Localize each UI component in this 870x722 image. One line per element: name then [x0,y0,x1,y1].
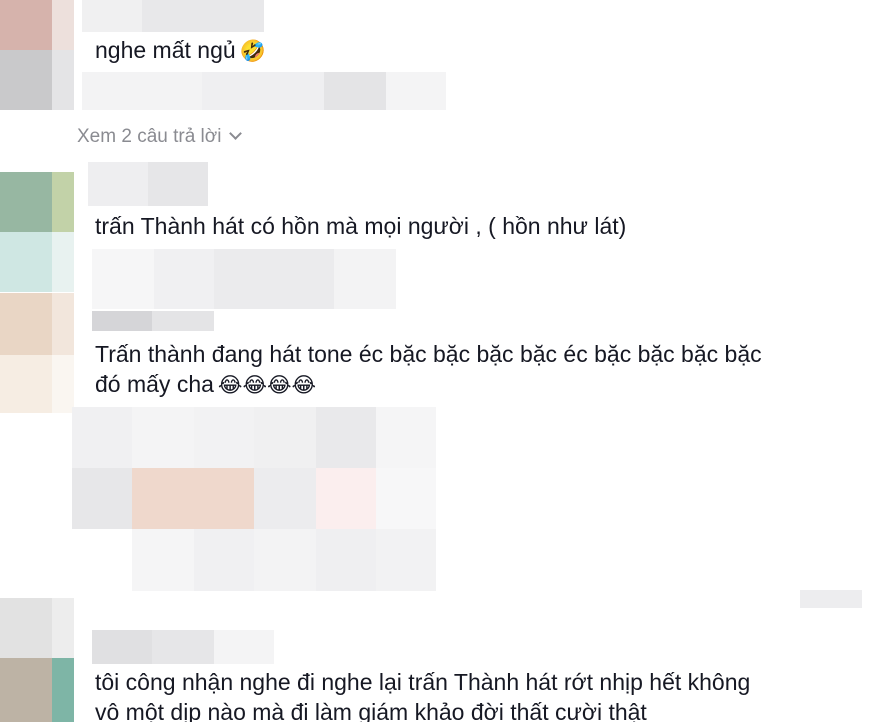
comment-text-line-2: vô một dịp nào mà đi làm giám khảo đời t… [95,699,647,722]
avatar[interactable] [0,0,74,110]
comment-feed: nghe mất ngủ 🤣 Xem 2 câu trả lời trấn Thà… [0,0,870,722]
comment-text-line-2: đó mấy cha 😂😂😂😂 [95,369,316,400]
comment-meta [82,72,446,110]
blurred-media[interactable] [72,407,436,591]
chevron-down-icon [229,127,243,140]
view-replies-label: Xem 2 câu trả lời [77,126,222,147]
laughing-emoji-icon: 😂😂😂😂 [217,373,317,397]
comment-text-line-1: Trấn thành đang hát tone éc bặc bặc bặc … [95,341,762,367]
username[interactable] [92,630,274,664]
blurred-reaction[interactable] [800,590,862,608]
username[interactable] [92,249,396,309]
user-badge [92,311,214,331]
comment-text: trấn Thành hát có hồn mà mọi người , ( h… [95,213,627,239]
username[interactable] [88,162,208,206]
username[interactable] [82,0,264,32]
avatar[interactable] [0,293,74,413]
view-replies-link[interactable]: Xem 2 câu trả lời [77,124,243,150]
comment-text-line-1: tôi công nhận nghe đi nghe lại trấn Thàn… [95,669,751,695]
avatar[interactable] [0,172,74,292]
rofl-emoji-icon: 🤣 [239,39,266,63]
avatar[interactable] [0,598,74,722]
comment-text: nghe mất ngủ 🤣 [95,35,266,66]
